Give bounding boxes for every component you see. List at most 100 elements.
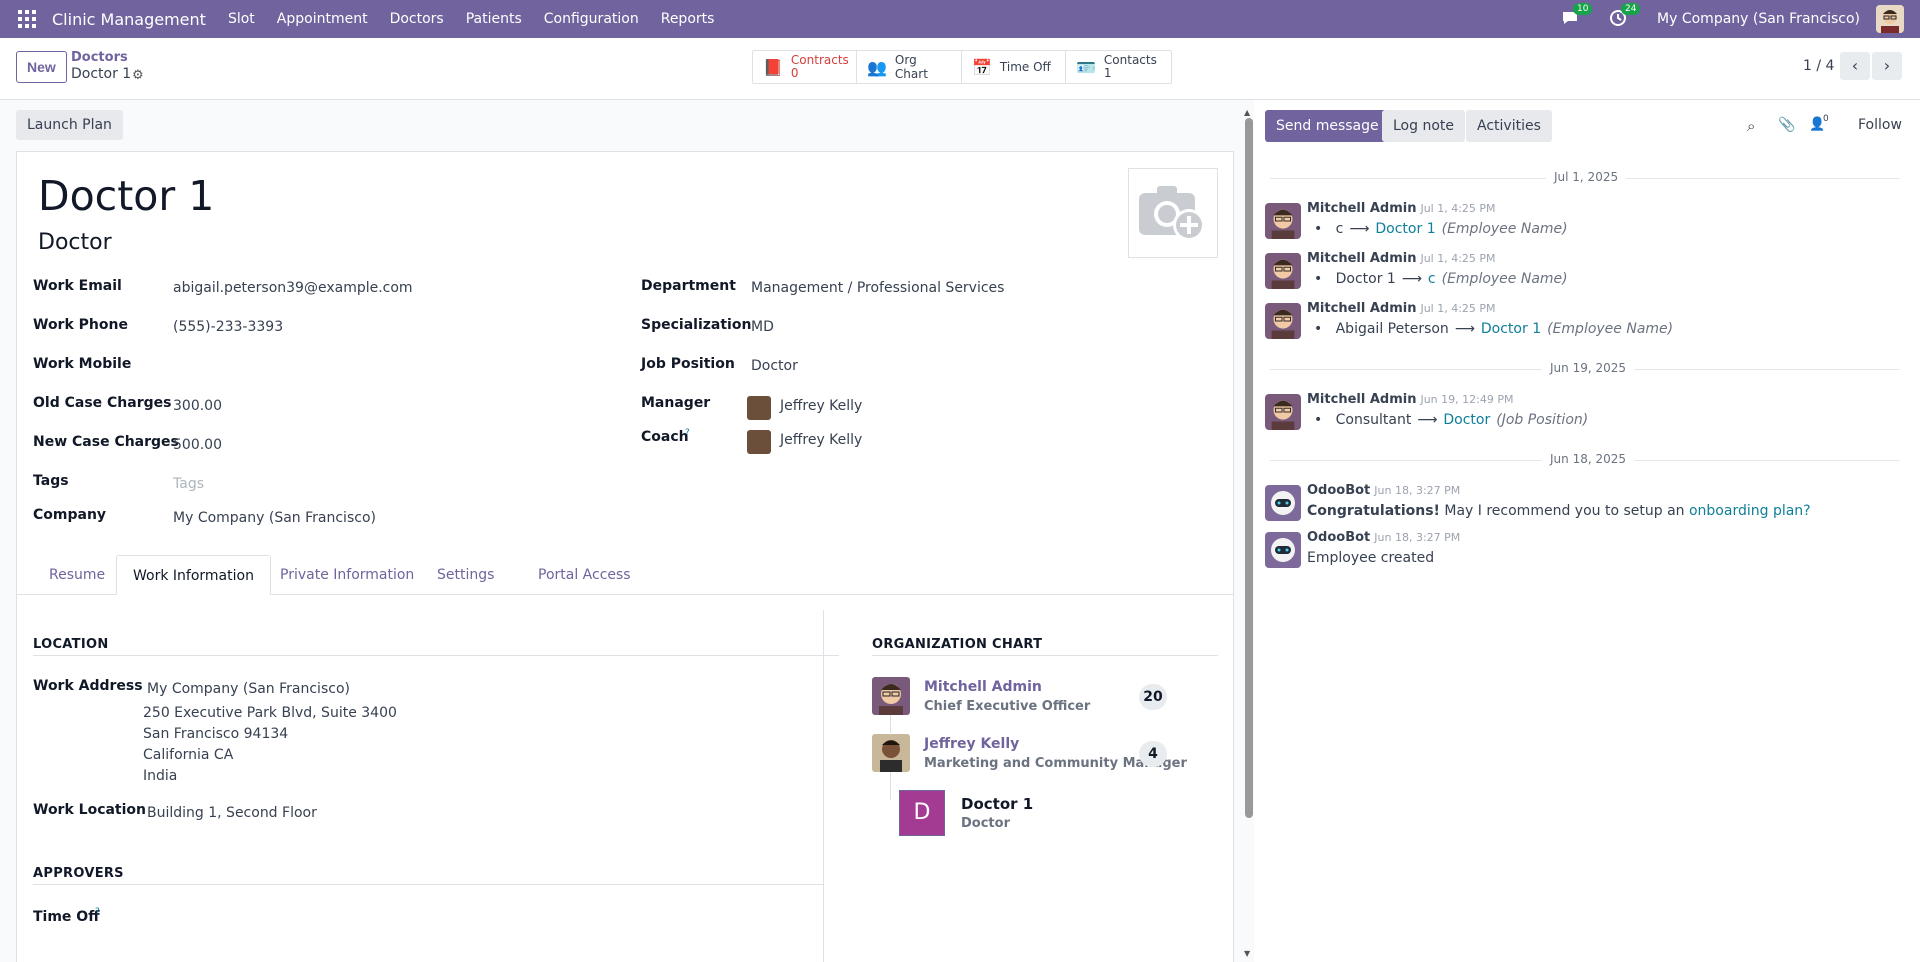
work-mobile-field[interactable]	[173, 358, 613, 376]
location-heading: LOCATION	[33, 637, 109, 652]
new-case-charges-label: New Case Charges	[33, 434, 179, 450]
company-field[interactable]: My Company (San Francisco)	[173, 510, 376, 526]
notebook-tabs: Resume Work Information Private Informat…	[17, 555, 1233, 595]
activities-badge: 24	[1621, 3, 1641, 15]
org-count-jeffrey[interactable]: 4	[1139, 741, 1167, 767]
employee-name[interactable]: Doctor 1	[38, 172, 214, 220]
onboarding-plan-link[interactable]: onboarding plan?	[1689, 503, 1811, 519]
gear-icon[interactable]: ⚙	[132, 68, 144, 83]
org-avatar-mitchell[interactable]	[872, 677, 910, 715]
work-email-label: Work Email	[33, 278, 122, 294]
pager-next-button[interactable]: ›	[1872, 52, 1902, 80]
messages-icon[interactable]: 10	[1561, 3, 1593, 29]
company-switcher[interactable]: My Company (San Francisco)	[1657, 11, 1860, 27]
apps-menu-icon[interactable]	[18, 10, 36, 28]
job-position-field[interactable]: Doctor	[751, 358, 798, 374]
contracts-count: 0	[790, 66, 799, 80]
work-phone-field[interactable]: (555)-233-3393	[173, 319, 283, 335]
pager-previous-button[interactable]: ‹	[1840, 52, 1870, 80]
time-off-smart-button[interactable]: 📅 Time Off	[962, 51, 1066, 83]
message-author[interactable]: OdooBot Jun 18, 3:27 PM	[1307, 530, 1460, 545]
address-line-state: California CA	[143, 747, 234, 763]
scroll-up-arrow[interactable]: ▲	[1244, 108, 1250, 117]
department-field[interactable]: Management / Professional Services	[751, 280, 1004, 296]
message-author[interactable]: Mitchell Admin Jul 1, 4:25 PM	[1307, 251, 1496, 266]
log-note-button[interactable]: Log note	[1382, 110, 1465, 142]
tab-work-information[interactable]: Work Information	[116, 555, 271, 595]
messages-badge: 10	[1573, 3, 1593, 15]
send-message-button[interactable]: Send message	[1265, 110, 1390, 142]
org-name-jeffrey[interactable]: Jeffrey Kelly	[924, 736, 1019, 752]
work-address-field[interactable]: My Company (San Francisco)	[147, 681, 350, 697]
app-name[interactable]: Clinic Management	[52, 10, 206, 29]
work-location-field[interactable]: Building 1, Second Floor	[147, 805, 317, 821]
tracking-value: • c ⟶ Doctor 1 (Employee Name)	[1314, 221, 1568, 237]
org-chart-smart-button[interactable]: 👥 Org Chart	[857, 51, 962, 83]
search-icon[interactable]: ⌕	[1747, 117, 1755, 135]
work-mobile-label: Work Mobile	[33, 356, 132, 372]
specialization-field[interactable]: MD	[751, 319, 774, 335]
message-time: Jul 1, 4:25 PM	[1420, 202, 1496, 215]
menu-patients[interactable]: Patients	[466, 11, 522, 27]
employee-job-title[interactable]: Doctor	[38, 230, 112, 255]
author-avatar[interactable]	[1265, 253, 1301, 289]
launch-plan-button[interactable]: Launch Plan	[16, 110, 123, 140]
form-scrollbar-thumb[interactable]	[1245, 118, 1253, 818]
approvers-divider	[33, 884, 823, 885]
breadcrumb-current: Doctor 1	[71, 66, 132, 82]
org-chart-heading: ORGANIZATION CHART	[872, 637, 1043, 652]
job-position-label: Job Position	[641, 356, 735, 372]
message-time: Jun 18, 3:27 PM	[1374, 531, 1461, 544]
author-avatar[interactable]	[1265, 303, 1301, 339]
activities-button[interactable]: Activities	[1466, 110, 1552, 142]
paperclip-icon[interactable]: 📎	[1778, 117, 1795, 133]
current-employee-avatar: D	[899, 790, 945, 836]
coach-field[interactable]: Jeffrey Kelly	[780, 432, 862, 448]
message-author[interactable]: Mitchell Admin Jul 1, 4:25 PM	[1307, 201, 1496, 216]
tab-resume[interactable]: Resume	[33, 555, 121, 595]
author-avatar[interactable]	[1265, 203, 1301, 239]
address-card-icon: 🪪	[1076, 57, 1096, 77]
activities-icon[interactable]: 24	[1609, 3, 1641, 29]
menu-appointment[interactable]: Appointment	[277, 11, 368, 27]
message-time: Jun 18, 3:27 PM	[1374, 484, 1461, 497]
menu-configuration[interactable]: Configuration	[544, 11, 639, 27]
work-email-field[interactable]: abigail.peterson39@example.com	[173, 280, 413, 296]
approvers-heading: APPROVERS	[33, 866, 124, 881]
manager-field[interactable]: Jeffrey Kelly	[780, 398, 862, 414]
calendar-icon: 📅	[972, 57, 992, 77]
breadcrumb-doctors[interactable]: Doctors	[71, 50, 128, 65]
message-author[interactable]: Mitchell Admin Jul 1, 4:25 PM	[1307, 301, 1496, 316]
menu-reports[interactable]: Reports	[661, 11, 715, 27]
org-count-mitchell[interactable]: 20	[1139, 684, 1167, 710]
company-label: Company	[33, 507, 107, 523]
tab-portal-access[interactable]: Portal Access	[522, 555, 647, 595]
user-avatar[interactable]	[1876, 5, 1904, 33]
menu-doctors[interactable]: Doctors	[390, 11, 444, 27]
org-avatar-jeffrey[interactable]	[872, 734, 910, 772]
specialization-label: Specialization	[641, 317, 752, 333]
message-author[interactable]: Mitchell Admin Jun 19, 12:49 PM	[1307, 392, 1513, 407]
tab-private-information[interactable]: Private Information	[264, 555, 430, 595]
follow-button[interactable]: Follow	[1858, 117, 1902, 133]
tags-field[interactable]: Tags	[173, 476, 204, 492]
author-avatar[interactable]	[1265, 394, 1301, 430]
message-author[interactable]: OdooBot Jun 18, 3:27 PM	[1307, 483, 1460, 498]
odoobot-avatar[interactable]	[1265, 485, 1301, 521]
time-off-help-icon[interactable]: ?	[95, 907, 100, 917]
menu-slot[interactable]: Slot	[228, 11, 255, 27]
photo-upload[interactable]	[1128, 168, 1218, 258]
new-case-charges-field[interactable]: 500.00	[173, 437, 222, 453]
contacts-smart-button[interactable]: 🪪 Contacts 1	[1066, 51, 1171, 83]
pager-value[interactable]: 1 / 4	[1803, 58, 1834, 74]
contracts-smart-button[interactable]: 📕 Contracts 0	[753, 51, 857, 83]
scroll-down-arrow[interactable]: ▼	[1244, 949, 1250, 958]
odoobot-avatar[interactable]	[1265, 532, 1301, 568]
coach-help-icon[interactable]: ?	[685, 428, 690, 438]
form-sheet: Doctor 1 Doctor Work Email abigail.peter…	[16, 151, 1234, 962]
old-case-charges-field[interactable]: 300.00	[173, 398, 222, 414]
new-button[interactable]: New	[16, 51, 67, 83]
org-name-mitchell[interactable]: Mitchell Admin	[924, 679, 1042, 695]
tab-settings[interactable]: Settings	[421, 555, 510, 595]
contracts-label: Contracts	[790, 53, 849, 67]
